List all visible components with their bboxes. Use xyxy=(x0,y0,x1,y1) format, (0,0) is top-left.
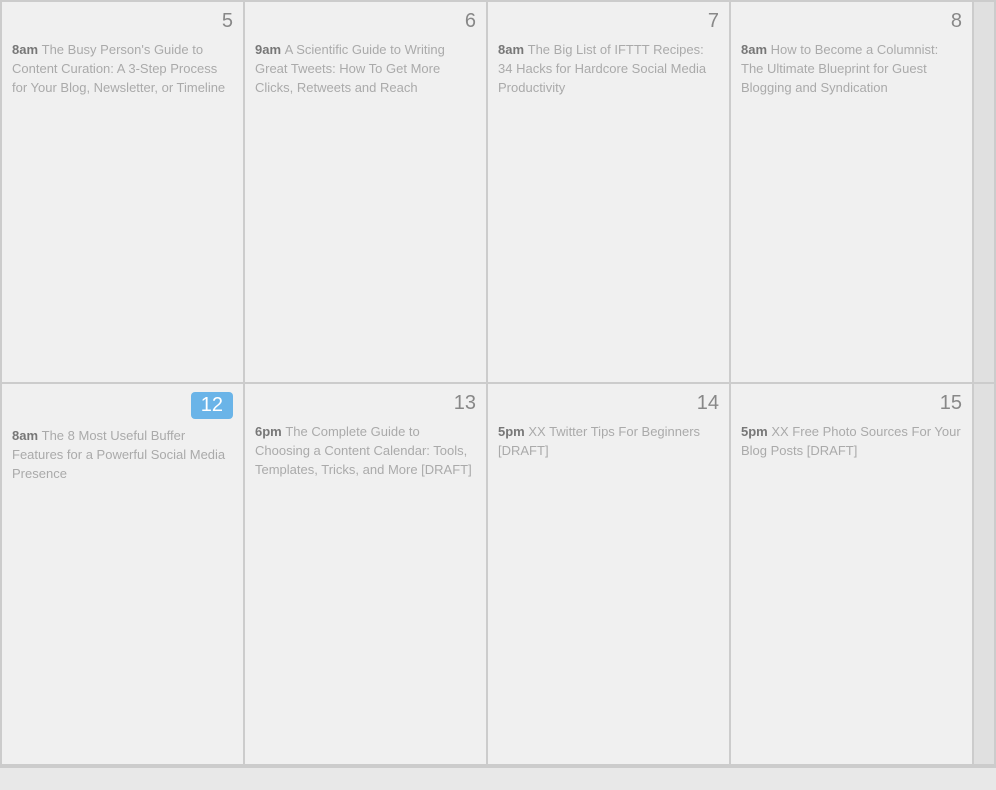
event[interactable]: 8am How to Become a Columnist: The Ultim… xyxy=(741,41,962,98)
day-header: 8 xyxy=(741,10,962,33)
event-time: 5pm xyxy=(741,424,771,439)
event[interactable]: 8am The Busy Person's Guide to Content C… xyxy=(12,41,233,98)
calendar-cell-day8[interactable]: 8 8am How to Become a Columnist: The Ulti… xyxy=(731,2,972,382)
event-title: The 8 Most Useful Buffer Features for a … xyxy=(12,428,225,481)
day-number-active[interactable]: 12 xyxy=(191,392,233,419)
event[interactable]: 5pm XX Twitter Tips For Beginners [DRAFT… xyxy=(498,423,719,461)
event-time: 6pm xyxy=(255,424,285,439)
event[interactable]: 9am A Scientific Guide to Writing Great … xyxy=(255,41,476,98)
calendar-cell-day14[interactable]: 14 5pm XX Twitter Tips For Beginners [DRA… xyxy=(488,384,729,764)
event[interactable]: 6pm The Complete Guide to Choosing a Con… xyxy=(255,423,476,480)
event-time: 8am xyxy=(741,42,771,57)
calendar-cell-day15[interactable]: 15 5pm XX Free Photo Sources For Your Blo… xyxy=(731,384,972,764)
day-number: 8 xyxy=(951,10,962,33)
calendar-cell-day12[interactable]: 12 8am The 8 Most Useful Buffer Features … xyxy=(2,384,243,764)
week-row-week1: 5 8am The Busy Person's Guide to Content … xyxy=(2,2,994,382)
event[interactable]: 8am The Big List of IFTTT Recipes: 34 Ha… xyxy=(498,41,719,98)
day-header: 6 xyxy=(255,10,476,33)
event[interactable]: 8am The 8 Most Useful Buffer Features fo… xyxy=(12,427,233,484)
day-number: 13 xyxy=(454,392,476,415)
event-time: 8am xyxy=(12,42,42,57)
day-number: 14 xyxy=(697,392,719,415)
day-number: 7 xyxy=(708,10,719,33)
week-row-week2: 12 8am The 8 Most Useful Buffer Features … xyxy=(2,384,994,764)
day-number: 15 xyxy=(940,392,962,415)
event-time: 8am xyxy=(498,42,528,57)
day-header: 5 xyxy=(12,10,233,33)
event-title: XX Free Photo Sources For Your Blog Post… xyxy=(741,424,961,458)
event-title: How to Become a Columnist: The Ultimate … xyxy=(741,42,938,95)
event-title: The Busy Person's Guide to Content Curat… xyxy=(12,42,225,95)
calendar-cell-day13[interactable]: 13 6pm The Complete Guide to Choosing a C… xyxy=(245,384,486,764)
day-header: 12 xyxy=(12,392,233,419)
scroll-column xyxy=(974,384,994,764)
calendar-cell-day7[interactable]: 7 8am The Big List of IFTTT Recipes: 34 H… xyxy=(488,2,729,382)
event-title: XX Twitter Tips For Beginners [DRAFT] xyxy=(498,424,700,458)
day-header: 13 xyxy=(255,392,476,415)
event[interactable]: 5pm XX Free Photo Sources For Your Blog … xyxy=(741,423,962,461)
day-header: 15 xyxy=(741,392,962,415)
calendar-cell-day6[interactable]: 6 9am A Scientific Guide to Writing Great… xyxy=(245,2,486,382)
event-time: 8am xyxy=(12,428,42,443)
day-header: 7 xyxy=(498,10,719,33)
event-title: The Complete Guide to Choosing a Content… xyxy=(255,424,472,477)
event-time: 9am xyxy=(255,42,285,57)
event-title: The Big List of IFTTT Recipes: 34 Hacks … xyxy=(498,42,706,95)
calendar-container: 5 8am The Busy Person's Guide to Content … xyxy=(0,0,996,768)
day-number: 6 xyxy=(465,10,476,33)
scroll-column xyxy=(974,2,994,382)
day-header: 14 xyxy=(498,392,719,415)
day-number: 5 xyxy=(222,10,233,33)
event-time: 5pm xyxy=(498,424,528,439)
calendar-cell-day5[interactable]: 5 8am The Busy Person's Guide to Content … xyxy=(2,2,243,382)
